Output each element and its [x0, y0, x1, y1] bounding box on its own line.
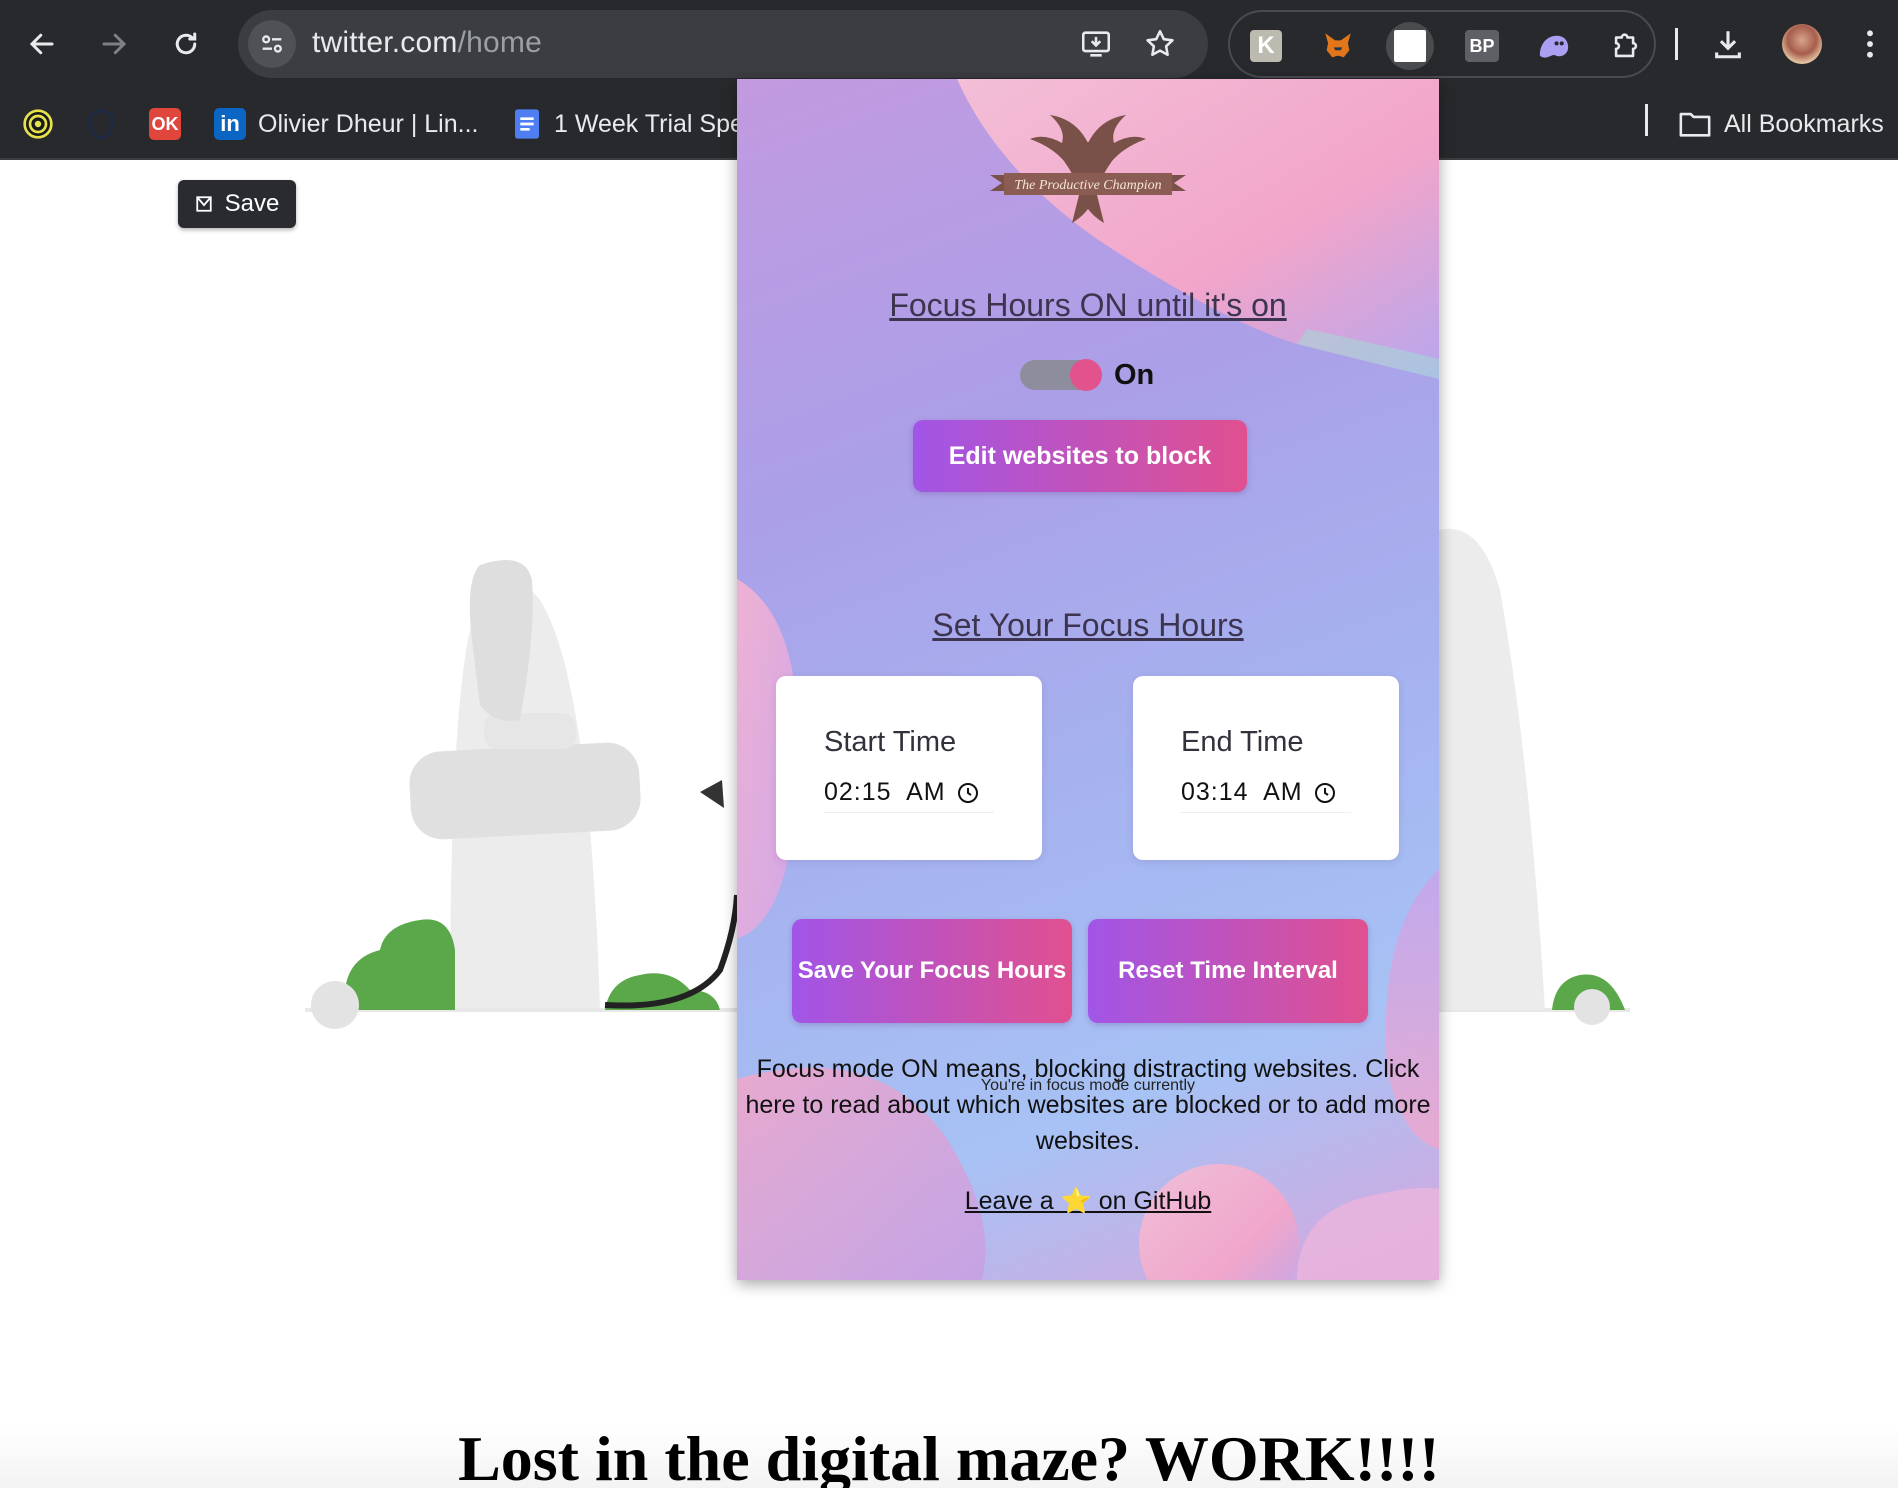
linkedin-icon: in	[214, 108, 246, 140]
all-bookmarks-button[interactable]: All Bookmarks	[1678, 104, 1884, 144]
fox-icon	[1325, 33, 1351, 58]
kebab-menu-icon	[1867, 30, 1873, 58]
edit-websites-button[interactable]: Edit websites to block	[913, 420, 1247, 492]
k-icon: K	[1250, 30, 1282, 62]
reload-icon	[175, 32, 197, 55]
clock-icon	[1314, 782, 1335, 803]
focus-toggle-row: On	[1020, 357, 1154, 393]
extension-ghost-button[interactable]	[1530, 22, 1578, 70]
start-time-card: Start Time 02:15 AM	[776, 676, 1042, 860]
toolbar-divider	[1675, 28, 1678, 60]
extension-bp-button[interactable]: BP	[1458, 22, 1506, 70]
bookmark-docs[interactable]: 1 Week Trial Spe	[512, 104, 744, 144]
shield-icon	[88, 108, 114, 140]
github-star-link[interactable]: Leave a ⭐ on GitHub	[737, 1187, 1439, 1216]
productive-champion-logo: The Productive Champion	[990, 115, 1186, 223]
address-bar[interactable]: twitter.com/home	[238, 10, 1208, 78]
end-time-input[interactable]: 03:14 AM	[1181, 773, 1351, 813]
folder-icon	[1679, 112, 1711, 137]
bookmark-ok[interactable]: OK	[149, 104, 181, 144]
arrow-right-icon	[102, 33, 127, 55]
save-focus-hours-button[interactable]: Save Your Focus Hours	[792, 919, 1072, 1023]
extension-focus-button[interactable]	[1386, 22, 1434, 70]
bookmark-save-icon	[195, 196, 212, 212]
puzzle-icon	[1614, 33, 1638, 58]
profile-button[interactable]	[1778, 20, 1826, 68]
clock-icon	[957, 782, 978, 803]
tune-icon	[262, 35, 282, 53]
download-icon	[1715, 31, 1741, 59]
arrow-left-icon	[29, 33, 54, 55]
site-info-button[interactable]	[248, 20, 296, 68]
start-time-input[interactable]: 02:15 AM	[824, 773, 994, 813]
url-host: twitter.com	[312, 26, 458, 59]
end-time-label: End Time	[1181, 726, 1304, 758]
install-icon	[1081, 31, 1111, 57]
bookmark-shield[interactable]	[86, 104, 116, 144]
browser-toolbar: twitter.com/home K BP	[0, 0, 1898, 88]
downloads-button[interactable]	[1704, 20, 1752, 68]
blank-page-icon	[1394, 30, 1426, 62]
focus-hours-title: Focus Hours ON until it's on	[889, 287, 1287, 323]
bookmarks-divider	[1645, 104, 1648, 136]
extensions-menu-button[interactable]	[1602, 22, 1650, 70]
browser-menu-button[interactable]	[1850, 20, 1890, 68]
reset-time-interval-button[interactable]: Reset Time Interval	[1088, 919, 1368, 1023]
forward-button[interactable]	[90, 20, 138, 68]
star-icon	[1146, 29, 1174, 57]
install-app-button[interactable]	[1076, 24, 1116, 64]
extension-metamask-button[interactable]	[1314, 22, 1362, 70]
page-heading: Lost in the digital maze? WORK!!!!	[458, 1423, 1440, 1488]
url-path: /home	[457, 26, 542, 59]
start-time-value: 02:15 AM	[824, 778, 946, 806]
bp-icon: BP	[1465, 30, 1499, 62]
extensions-tray: K BP	[1228, 10, 1656, 78]
back-button[interactable]	[18, 20, 66, 68]
avatar	[1782, 24, 1822, 64]
bookmark-linkedin[interactable]: in Olivier Dheur | Lin...	[214, 104, 478, 144]
bookmark-star-button[interactable]	[1140, 24, 1180, 64]
toggle-knob	[1070, 359, 1102, 391]
extension-k-button[interactable]: K	[1242, 22, 1290, 70]
start-time-label: Start Time	[824, 726, 957, 758]
logo-text: The Productive Champion	[1014, 178, 1161, 193]
url-text[interactable]: twitter.com/home	[312, 26, 542, 60]
focus-extension-popup: The Productive Champion Focus Hours ON u…	[737, 79, 1439, 1280]
focus-status-text: You're in focus mode currently	[980, 1077, 1196, 1094]
bookmark-linkedin-label: Olivier Dheur | Lin...	[258, 109, 479, 138]
focus-toggle-switch[interactable]	[1020, 359, 1102, 391]
toggle-label: On	[1114, 358, 1155, 391]
all-bookmarks-label: All Bookmarks	[1724, 109, 1884, 138]
save-pin-button[interactable]: Save	[178, 180, 296, 228]
end-time-card: End Time 03:14 AM	[1133, 676, 1399, 860]
set-focus-hours-title: Set Your Focus Hours	[932, 607, 1244, 643]
target-icon	[23, 109, 53, 139]
ghost-icon	[1539, 35, 1569, 58]
save-pin-label: Save	[224, 190, 280, 217]
focus-mode-description-link[interactable]: Focus mode ON means, blocking distractin…	[745, 1051, 1431, 1159]
docs-icon	[515, 109, 539, 139]
end-time-value: 03:14 AM	[1181, 778, 1303, 806]
ok-icon: OK	[149, 108, 181, 140]
reload-button[interactable]	[162, 20, 210, 68]
bookmark-target[interactable]	[22, 104, 54, 144]
bookmark-docs-label: 1 Week Trial Spe	[554, 109, 744, 138]
